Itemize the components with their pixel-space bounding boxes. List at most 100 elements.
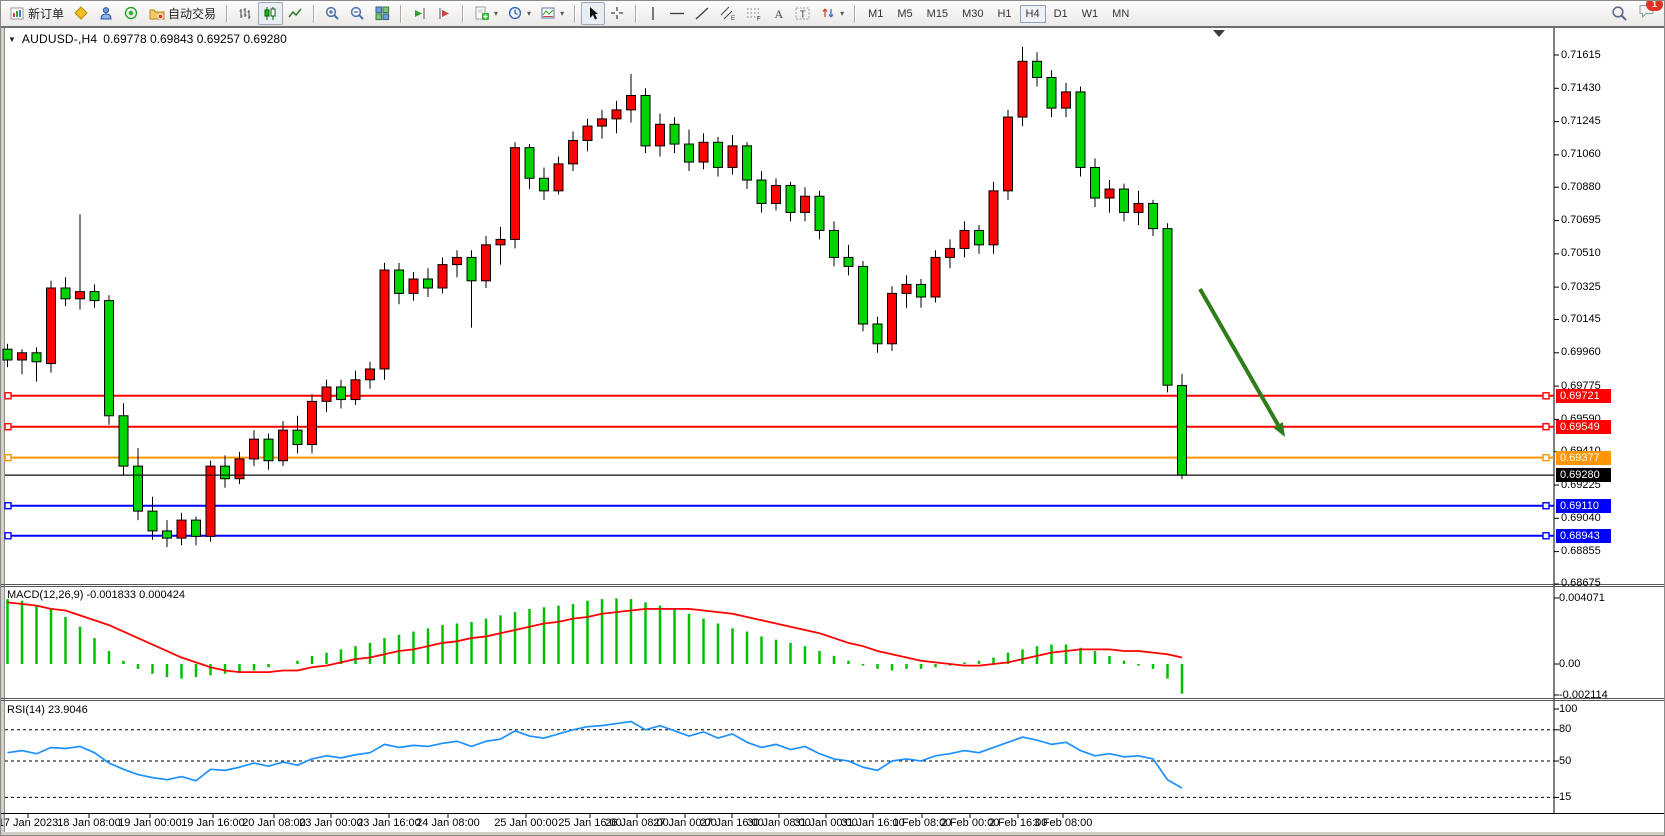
label-tool-button[interactable]: T [790, 2, 816, 25]
candle[interactable] [293, 430, 302, 444]
candle[interactable] [453, 257, 462, 264]
candle[interactable] [873, 324, 882, 344]
notifications-button[interactable]: 1 [1638, 3, 1656, 24]
candle[interactable] [1076, 92, 1085, 168]
timeframe-button-M30[interactable]: M30 [956, 5, 989, 23]
accounts-button[interactable] [94, 2, 119, 25]
chevron-down-icon[interactable]: ▾ [840, 9, 844, 18]
hline-handle[interactable] [1543, 455, 1549, 461]
candle[interactable] [61, 288, 70, 299]
candle[interactable] [728, 146, 737, 168]
chevron-down-icon[interactable]: ▾ [494, 9, 498, 18]
candle[interactable] [1033, 61, 1042, 77]
trend-arrow-head[interactable] [1273, 422, 1285, 437]
text-tool-button[interactable]: A [767, 2, 790, 25]
timeframe-button-W1[interactable]: W1 [1076, 5, 1105, 23]
zoom-out-button[interactable] [345, 2, 370, 25]
candle[interactable] [1047, 77, 1056, 108]
market-watch-button[interactable] [69, 2, 94, 25]
hline-handle[interactable] [5, 455, 11, 461]
timeframe-button-M1[interactable]: M1 [862, 5, 889, 23]
candle[interactable] [1105, 189, 1114, 198]
candle[interactable] [656, 124, 665, 146]
chevron-down-icon[interactable]: ▾ [527, 9, 531, 18]
candle[interactable] [844, 257, 853, 266]
new-order-button[interactable]: 新订单 [5, 2, 69, 25]
candle[interactable] [3, 349, 12, 360]
candle[interactable] [90, 292, 99, 301]
candle[interactable] [47, 288, 56, 364]
bar-chart-button[interactable] [233, 2, 258, 25]
candle[interactable] [221, 466, 230, 479]
candle[interactable] [1018, 61, 1027, 117]
candle[interactable] [888, 293, 897, 343]
candle[interactable] [76, 292, 85, 299]
candle[interactable] [467, 257, 476, 280]
candle[interactable] [917, 284, 926, 297]
hline-handle[interactable] [5, 533, 11, 539]
timeframe-button-M15[interactable]: M15 [921, 5, 954, 23]
candle[interactable] [1120, 189, 1129, 212]
candle[interactable] [1163, 229, 1172, 386]
candle[interactable] [264, 439, 273, 461]
candle[interactable] [206, 466, 215, 536]
candle[interactable] [395, 270, 404, 293]
autotrading-button[interactable]: 自动交易 [144, 2, 221, 25]
candle[interactable] [235, 459, 244, 479]
candle[interactable] [496, 239, 505, 244]
candle[interactable] [438, 265, 447, 288]
candle[interactable] [1149, 203, 1158, 228]
candle[interactable] [540, 178, 549, 191]
candle[interactable] [583, 126, 592, 140]
candle[interactable] [554, 164, 563, 191]
crosshair-tool-button[interactable] [605, 2, 630, 25]
candle[interactable] [859, 266, 868, 324]
hline-handle[interactable] [5, 393, 11, 399]
timeframe-button-D1[interactable]: D1 [1048, 5, 1074, 23]
candle[interactable] [163, 531, 172, 538]
timeframe-button-MN[interactable]: MN [1106, 5, 1135, 23]
tile-windows-button[interactable] [370, 2, 395, 25]
candle[interactable] [337, 387, 346, 400]
candle[interactable] [627, 95, 636, 109]
line-chart-button[interactable] [283, 2, 308, 25]
candle[interactable] [989, 191, 998, 245]
candle[interactable] [1091, 167, 1100, 198]
templates-button[interactable]: ▾ [536, 2, 569, 25]
candle[interactable] [699, 142, 708, 162]
candle[interactable] [134, 466, 143, 511]
candle[interactable] [685, 144, 694, 162]
candle[interactable] [308, 401, 317, 444]
zoom-in-button[interactable] [320, 2, 345, 25]
channel-tool-button[interactable]: E [715, 2, 741, 25]
candle[interactable] [32, 353, 41, 362]
timeframe-button-H4[interactable]: H4 [1020, 5, 1046, 23]
chevron-down-icon[interactable]: ▾ [560, 9, 564, 18]
hline-handle[interactable] [5, 503, 11, 509]
hline-handle[interactable] [5, 424, 11, 430]
candle[interactable] [18, 353, 27, 360]
candle[interactable] [525, 148, 534, 179]
candle[interactable] [366, 369, 375, 380]
timeframe-button-H1[interactable]: H1 [991, 5, 1017, 23]
candle[interactable] [670, 124, 679, 144]
candle[interactable] [931, 257, 940, 297]
candle[interactable] [380, 270, 389, 369]
hline-handle[interactable] [1543, 533, 1549, 539]
trend-arrow-line[interactable] [1200, 289, 1278, 425]
chart-canvas[interactable] [1, 1, 1665, 836]
candle[interactable] [786, 185, 795, 212]
candle[interactable] [279, 430, 288, 461]
candle[interactable] [946, 248, 955, 257]
candle[interactable] [250, 439, 259, 459]
candle[interactable] [772, 185, 781, 203]
candle[interactable] [714, 142, 723, 167]
candle[interactable] [105, 301, 114, 416]
arrows-tool-button[interactable]: ▾ [816, 2, 849, 25]
cursor-tool-button[interactable] [581, 2, 605, 25]
hline-handle[interactable] [1543, 503, 1549, 509]
candle[interactable] [830, 230, 839, 257]
candle[interactable] [1134, 203, 1143, 212]
trendline-tool-button[interactable] [690, 2, 715, 25]
chart-shift-button[interactable] [432, 2, 457, 25]
